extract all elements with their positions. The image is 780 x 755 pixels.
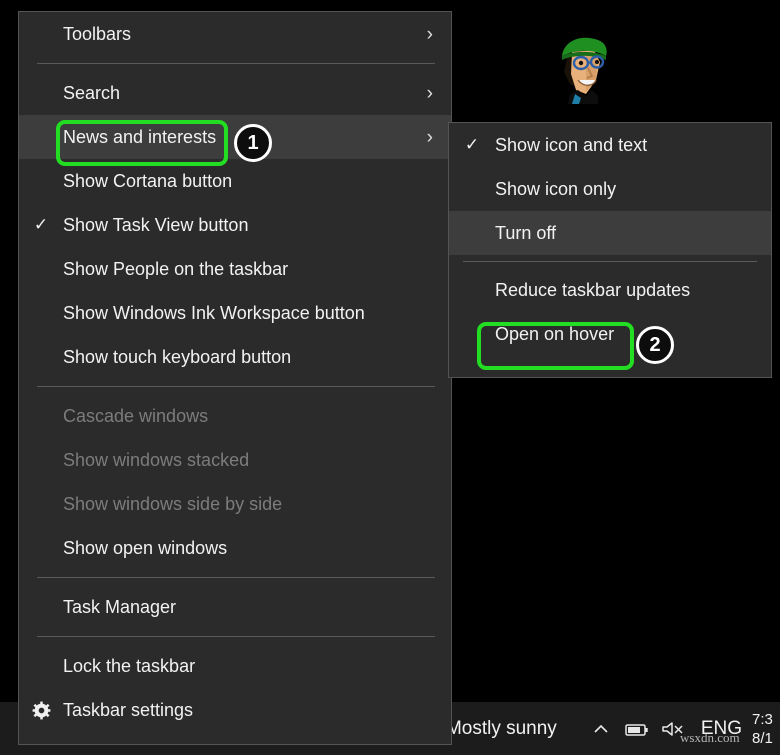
menu-item-label: Show windows stacked bbox=[63, 449, 250, 470]
battery-icon[interactable] bbox=[619, 709, 655, 749]
gear-icon bbox=[19, 701, 63, 720]
chevron-right-icon: › bbox=[426, 23, 433, 45]
menu-item-label: Reduce taskbar updates bbox=[495, 279, 691, 300]
menu-item-label: Show Task View button bbox=[63, 214, 249, 235]
menu-item-toolbars[interactable]: Toolbars › bbox=[19, 12, 451, 56]
menu-separator bbox=[37, 63, 435, 64]
menu-item-lock-the-taskbar[interactable]: Lock the taskbar bbox=[19, 644, 451, 688]
chevron-right-icon: › bbox=[426, 82, 433, 104]
menu-separator bbox=[37, 386, 435, 387]
menu-item-cascade-windows: Cascade windows bbox=[19, 394, 451, 438]
menu-item-label: Search bbox=[63, 82, 121, 103]
input-language-indicator[interactable]: ENG bbox=[701, 718, 742, 740]
menu-item-label: Open on hover bbox=[495, 323, 615, 344]
menu-item-label: Show open windows bbox=[63, 537, 228, 558]
menu-item-label: Show icon and text bbox=[495, 134, 648, 155]
menu-separator bbox=[37, 636, 435, 637]
menu-item-label: Taskbar settings bbox=[63, 699, 194, 720]
menu-item-show-touch-keyboard-button[interactable]: Show touch keyboard button bbox=[19, 335, 451, 379]
menu-item-show-windows-side-by-side: Show windows side by side bbox=[19, 482, 451, 526]
menu-item-show-task-view-button[interactable]: ✓ Show Task View button bbox=[19, 203, 451, 247]
menu-item-taskbar-settings[interactable]: Taskbar settings bbox=[19, 688, 451, 732]
submenu-item-reduce-taskbar-updates[interactable]: Reduce taskbar updates bbox=[449, 268, 771, 312]
menu-item-search[interactable]: Search › bbox=[19, 71, 451, 115]
menu-separator bbox=[463, 261, 757, 262]
menu-item-news-and-interests[interactable]: News and interests › bbox=[19, 115, 451, 159]
taskbar-weather-widget[interactable]: Mostly sunny bbox=[446, 718, 557, 740]
clock-time: 7:3 bbox=[752, 710, 773, 728]
chevron-right-icon: › bbox=[426, 126, 433, 148]
submenu-item-open-on-hover[interactable]: Open on hover bbox=[449, 312, 771, 356]
system-tray[interactable]: Mostly sunny ENG 7:3 8/1 bbox=[446, 709, 780, 749]
menu-item-label: Show Windows Ink Workspace button bbox=[63, 302, 365, 323]
clock-date: 8/1 bbox=[752, 729, 773, 747]
desktop-background: Mostly sunny ENG 7:3 8/1 Toolbars › Sear… bbox=[0, 0, 780, 755]
checkmark-icon: ✓ bbox=[464, 135, 480, 154]
menu-item-task-manager[interactable]: Task Manager bbox=[19, 585, 451, 629]
menu-item-label: Show Cortana button bbox=[63, 170, 233, 191]
taskbar-context-menu[interactable]: Toolbars › Search › News and interests ›… bbox=[18, 11, 452, 745]
menu-item-show-cortana-button[interactable]: Show Cortana button bbox=[19, 159, 451, 203]
taskbar-clock[interactable]: 7:3 8/1 bbox=[752, 710, 778, 748]
menu-item-label: Task Manager bbox=[63, 596, 177, 617]
submenu-item-show-icon-and-text[interactable]: ✓ Show icon and text bbox=[449, 123, 771, 167]
menu-item-label: Show windows side by side bbox=[63, 493, 283, 514]
cartoon-character-avatar bbox=[562, 37, 607, 104]
menu-item-show-windows-stacked: Show windows stacked bbox=[19, 438, 451, 482]
menu-item-label: Show icon only bbox=[495, 178, 617, 199]
menu-item-label: News and interests bbox=[63, 126, 217, 147]
submenu-item-turn-off[interactable]: Turn off bbox=[449, 211, 771, 255]
menu-item-label: Toolbars bbox=[63, 23, 132, 44]
menu-item-label: Cascade windows bbox=[63, 405, 209, 426]
volume-muted-icon[interactable] bbox=[655, 709, 691, 749]
news-and-interests-submenu[interactable]: ✓ Show icon and text Show icon only Turn… bbox=[448, 122, 772, 378]
menu-item-label: Show touch keyboard button bbox=[63, 346, 292, 367]
show-hidden-icons-chevron-up-icon[interactable] bbox=[583, 709, 619, 749]
menu-item-show-windows-ink-workspace-button[interactable]: Show Windows Ink Workspace button bbox=[19, 291, 451, 335]
menu-item-label: Turn off bbox=[495, 222, 557, 243]
menu-separator bbox=[37, 577, 435, 578]
submenu-item-show-icon-only[interactable]: Show icon only bbox=[449, 167, 771, 211]
menu-item-label: Show People on the taskbar bbox=[63, 258, 289, 279]
menu-item-show-people-on-taskbar[interactable]: Show People on the taskbar bbox=[19, 247, 451, 291]
menu-item-show-open-windows[interactable]: Show open windows bbox=[19, 526, 451, 570]
checkmark-icon: ✓ bbox=[33, 215, 49, 234]
menu-item-label: Lock the taskbar bbox=[63, 655, 196, 676]
